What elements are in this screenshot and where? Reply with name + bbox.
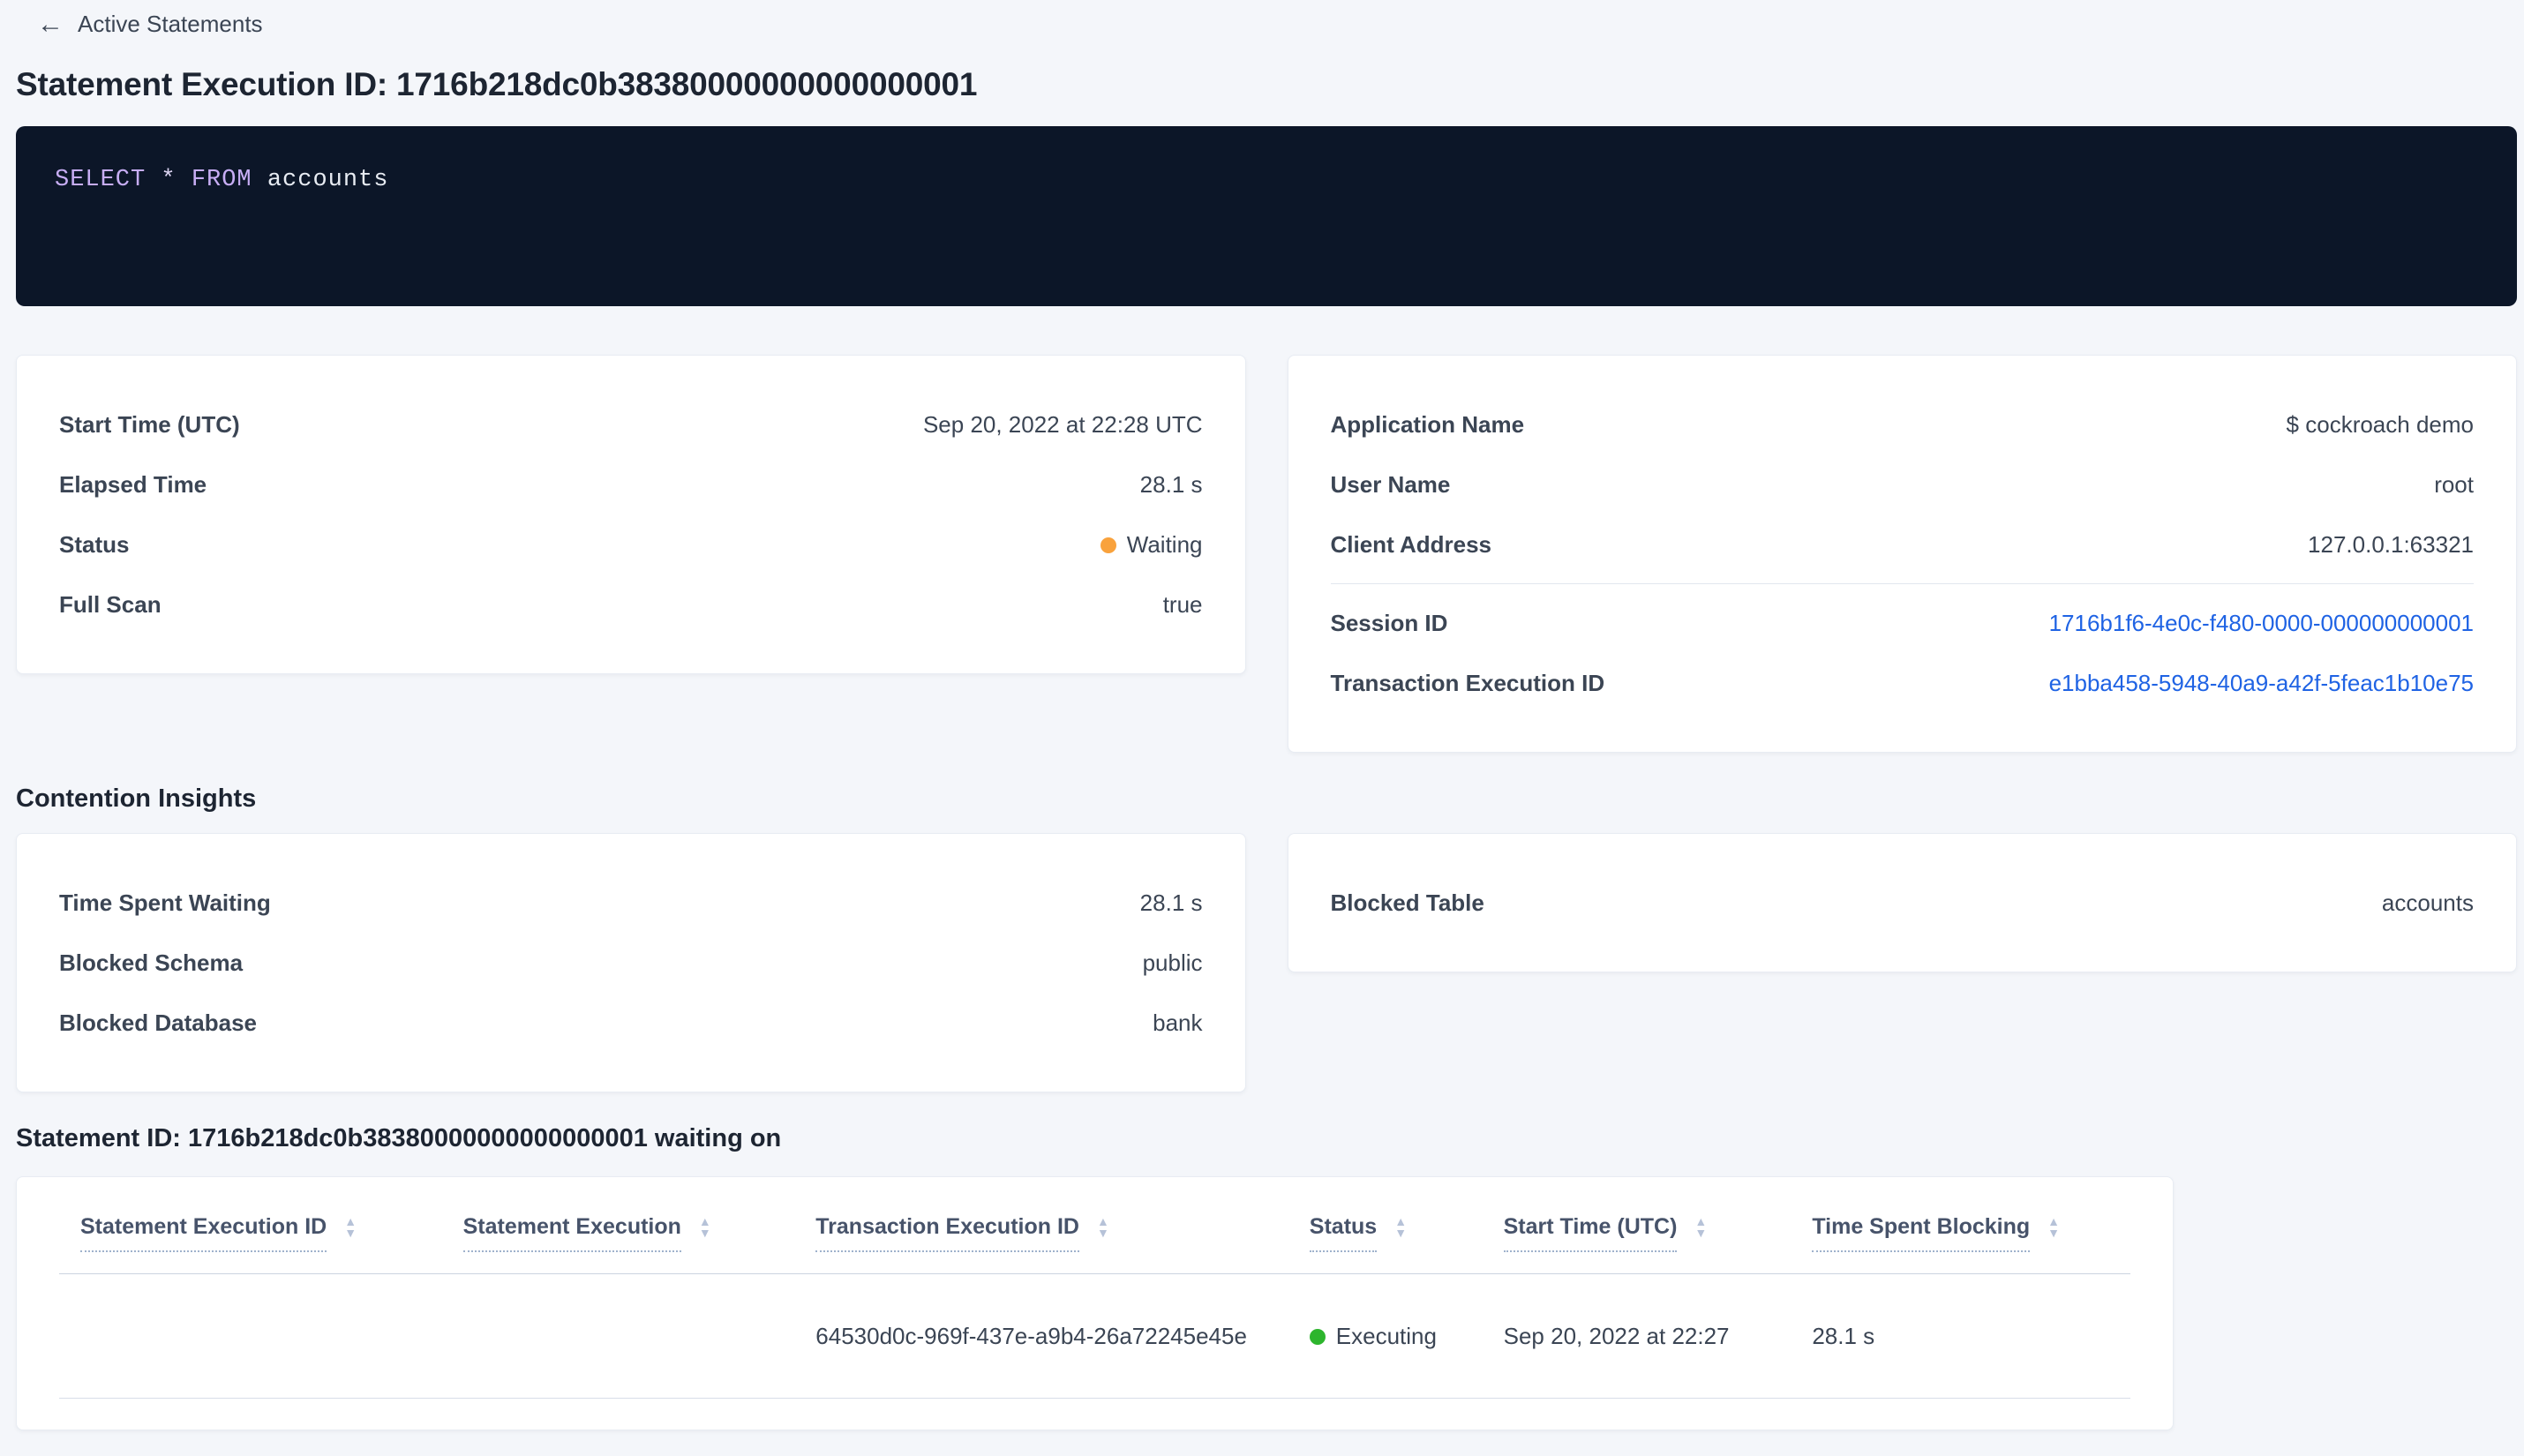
application-name-value: $ cockroach demo [2286, 410, 2474, 438]
waiting-on-heading: Statement ID: 1716b218dc0b38380000000000… [16, 1124, 782, 1152]
start-time-label: Start Time (UTC) [59, 410, 240, 438]
status-label: Status [59, 530, 130, 558]
column-label: Statement Execution [462, 1214, 681, 1252]
elapsed-time-value: 28.1 s [1139, 470, 1203, 498]
page-title: Statement Execution ID: 1716b218dc0b3838… [16, 66, 978, 102]
sql-statement-box: SELECT * FROM accounts [16, 126, 2517, 306]
cell-start-time: Sep 20, 2022 at 22:27 [1503, 1322, 1730, 1349]
full-scan-row: Full Scan true [59, 574, 1203, 634]
status-text: Executing [1335, 1322, 1437, 1349]
blocked-table-label: Blocked Table [1330, 889, 1484, 916]
column-label: Transaction Execution ID [815, 1214, 1079, 1252]
start-time-row: Start Time (UTC) Sep 20, 2022 at 22:28 U… [59, 394, 1203, 454]
session-id-row: Session ID 1716b1f6-4e0c-f480-0000-00000… [1331, 593, 2475, 653]
application-name-row: Application Name $ cockroach demo [1331, 394, 2475, 454]
time-spent-waiting-value: 28.1 s [1139, 889, 1203, 916]
executing-status-dot-icon [1309, 1328, 1326, 1345]
sort-icon: ▲ ▼ [1096, 1214, 1109, 1240]
status-text: Waiting [1126, 530, 1203, 558]
application-name-label: Application Name [1330, 410, 1525, 438]
back-link-label: Active Statements [78, 11, 263, 37]
blocked-table-value: accounts [2381, 889, 2474, 916]
transaction-execution-id-label: Transaction Execution ID [1330, 669, 1605, 696]
column-label: Statement Execution ID [80, 1214, 327, 1252]
column-header-status[interactable]: Status ▲ ▼ [1288, 1214, 1483, 1252]
user-name-value: root [2434, 470, 2474, 498]
user-name-label: User Name [1330, 470, 1451, 498]
blocked-table-row: Blocked Table accounts [1331, 873, 2475, 933]
statement-overview-card: Start Time (UTC) Sep 20, 2022 at 22:28 U… [16, 355, 1246, 674]
start-time-value: Sep 20, 2022 at 22:28 UTC [922, 410, 1203, 438]
transaction-execution-id-row: Transaction Execution ID e1bba458-5948-4… [1331, 653, 2475, 713]
full-scan-value: true [1162, 590, 1203, 618]
column-label: Status [1309, 1214, 1378, 1252]
cell-time-spent-blocking: 28.1 s [1812, 1322, 1875, 1349]
breadcrumb: ← Active Statements [37, 11, 2517, 38]
column-header-statement-execution[interactable]: Statement Execution ▲ ▼ [442, 1214, 795, 1252]
blocked-table-card: Blocked Table accounts [1287, 833, 2517, 972]
waiting-on-table: Statement Execution ID ▲ ▼ Statement Exec… [16, 1176, 2174, 1430]
column-header-statement-execution-id[interactable]: Statement Execution ID ▲ ▼ [59, 1214, 442, 1252]
contention-details-card: Time Spent Waiting 28.1 s Blocked Schema… [16, 833, 1246, 1092]
statement-execution-details-page: ← Active Statements Statement Execution … [0, 0, 2524, 1456]
card-divider [1330, 583, 2474, 584]
session-id-link[interactable]: 1716b1f6-4e0c-f480-0000-000000000001 [2049, 610, 2474, 637]
session-details-card: Application Name $ cockroach demo User N… [1287, 355, 2517, 753]
sql-keyword: SELECT [55, 167, 146, 193]
table-row: 64530d0c-969f-437e-a9b4-26a72245e45e Exe… [59, 1274, 2130, 1399]
column-header-transaction-execution-id[interactable]: Transaction Execution ID ▲ ▼ [794, 1214, 1288, 1252]
client-address-label: Client Address [1330, 530, 1492, 558]
status-value: Waiting [1100, 531, 1203, 559]
sql-table-name: accounts [267, 167, 389, 193]
waiting-on-table-header: Statement Execution ID ▲ ▼ Statement Exec… [59, 1177, 2130, 1274]
full-scan-label: Full Scan [59, 590, 162, 618]
cell-transaction-execution-id: 64530d0c-969f-437e-a9b4-26a72245e45e [815, 1322, 1247, 1349]
sql-star: * [161, 167, 177, 193]
column-label: Time Spent Blocking [1812, 1214, 2031, 1252]
client-address-row: Client Address 127.0.0.1:63321 [1331, 514, 2475, 574]
client-address-value: 127.0.0.1:63321 [2308, 530, 2474, 558]
column-header-start-time[interactable]: Start Time (UTC) ▲ ▼ [1483, 1214, 1792, 1252]
back-arrow-icon: ← [37, 9, 64, 39]
blocked-schema-row: Blocked Schema public [59, 933, 1203, 993]
sort-icon: ▲ ▼ [2047, 1214, 2060, 1240]
sort-icon: ▲ ▼ [1394, 1214, 1408, 1240]
blocked-schema-label: Blocked Schema [59, 949, 244, 976]
transaction-execution-id-link[interactable]: e1bba458-5948-40a9-a42f-5feac1b10e75 [2049, 670, 2474, 697]
blocked-database-value: bank [1153, 1009, 1203, 1036]
elapsed-time-label: Elapsed Time [59, 470, 207, 498]
column-label: Start Time (UTC) [1503, 1214, 1678, 1252]
blocked-schema-value: public [1142, 949, 1203, 976]
cell-status: Executing [1288, 1323, 1483, 1350]
back-to-active-statements-link[interactable]: ← Active Statements [37, 11, 263, 38]
elapsed-time-row: Elapsed Time 28.1 s [59, 454, 1203, 514]
blocked-database-label: Blocked Database [59, 1009, 257, 1036]
user-name-row: User Name root [1331, 454, 2475, 514]
column-header-time-spent-blocking[interactable]: Time Spent Blocking ▲ ▼ [1791, 1214, 2130, 1252]
waiting-status-dot-icon [1100, 537, 1116, 553]
session-id-label: Session ID [1330, 609, 1448, 636]
contention-insights-heading: Contention Insights [16, 784, 257, 813]
sort-icon: ▲ ▼ [1694, 1214, 1708, 1240]
blocked-database-row: Blocked Database bank [59, 993, 1203, 1053]
time-spent-waiting-row: Time Spent Waiting 28.1 s [59, 873, 1203, 933]
sort-icon: ▲ ▼ [698, 1214, 711, 1240]
status-row: Status Waiting [59, 514, 1203, 574]
sql-keyword: FROM [191, 167, 252, 193]
sort-icon: ▲ ▼ [344, 1214, 357, 1240]
time-spent-waiting-label: Time Spent Waiting [59, 889, 271, 916]
